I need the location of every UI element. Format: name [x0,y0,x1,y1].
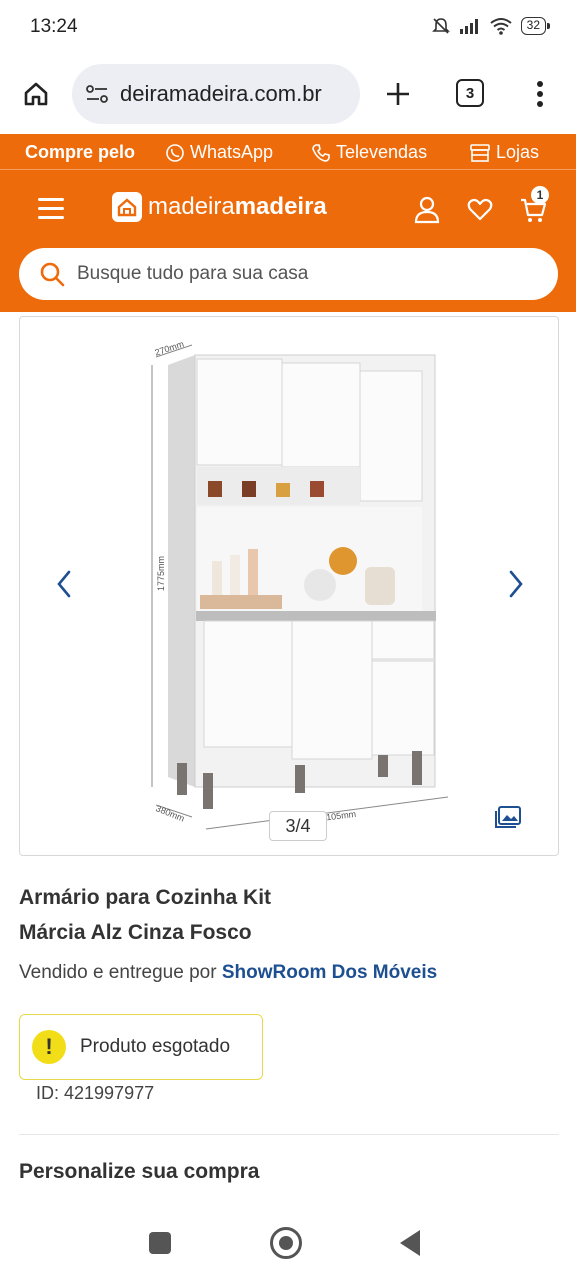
stock-status-box: ! Produto esgotado [19,1014,263,1080]
seller-prefix: Vendido e entregue por [19,962,217,983]
gallery-images-button[interactable] [494,805,522,829]
search-input[interactable]: Busque tudo para sua casa [19,248,558,300]
chevron-left-icon [57,570,71,598]
browser-toolbar: ̣deiramadeira.com.br 3 [0,56,576,134]
logo-text-1: madeira [148,193,235,220]
product-gallery[interactable]: 270mm 1775mm 380mm 105mm 3/4 [19,316,559,856]
contact-strip: Compre pelo WhatsApp Televendas Lojas [0,134,576,170]
dim-width: 105mm [326,809,357,823]
product-image: 270mm 1775mm 380mm 105mm [151,339,449,830]
hamburger-menu-icon[interactable] [38,198,64,220]
whatsapp-label: WhatsApp [190,142,274,162]
exclamation-icon: ! [32,1030,66,1064]
browser-menu-button[interactable] [528,76,552,112]
compre-pelo-label: Compre pelo [25,142,136,162]
site-nav-row: madeira madeira 1 [0,180,576,240]
televendas-link[interactable]: Televendas [311,142,427,163]
android-nav-bar [0,1206,576,1280]
more-vertical-icon [537,81,543,107]
status-time: 13:24 [30,16,78,37]
url-text[interactable]: ̣deiramadeira.com.br [120,81,352,107]
site-settings-icon[interactable] [84,81,110,107]
dim-depth-bottom: 380mm [154,803,186,824]
tab-switcher-button[interactable]: 3 [456,79,484,107]
product-id: ID: 421997977 [36,1083,155,1103]
home-button[interactable] [18,76,54,112]
cart-count-badge: 1 [531,186,549,204]
search-icon [40,262,65,287]
gallery-icon [495,806,521,828]
wifi-icon [490,18,512,35]
heart-icon [467,198,493,221]
home-nav-button[interactable] [270,1227,302,1259]
home-icon [24,82,48,106]
lojas-label: Lojas [496,142,540,162]
status-icons: 32 [431,16,551,36]
new-tab-button[interactable] [380,76,416,112]
account-button[interactable] [413,196,441,224]
site-header: Compre pelo WhatsApp Televendas Lojas ma… [0,134,576,312]
seller-line: Vendido e entregue por ShowRoom Dos Móve… [19,962,437,984]
logo-text-2: madeira [234,193,327,220]
chevron-right-icon [509,570,523,598]
cart-button[interactable]: 1 [519,186,549,224]
seller-name-link[interactable]: ShowRoom Dos Móveis [222,962,437,983]
signal-icon [459,19,478,34]
search-placeholder: Busque tudo para sua casa [77,263,309,284]
section-divider [19,1134,559,1135]
status-bar: 13:24 32 [0,0,576,56]
gallery-prev-button[interactable] [52,567,76,601]
product-title: Armário para Cozinha Kit Márcia Alz Cinz… [19,886,272,944]
lojas-link[interactable]: Lojas [469,142,539,163]
logo-house-icon [112,192,142,222]
address-bar[interactable]: ̣deiramadeira.com.br [72,64,360,124]
whatsapp-link[interactable]: WhatsApp [165,142,273,163]
store-icon [470,143,490,162]
mute-bell-icon [431,18,450,34]
recents-button[interactable] [149,1232,171,1254]
site-logo[interactable]: madeira madeira [112,192,327,222]
wishlist-button[interactable] [466,196,494,224]
televendas-label: Televendas [336,142,428,162]
back-button[interactable] [400,1230,420,1256]
dim-height: 1775mm [156,556,166,591]
phone-icon [312,143,330,162]
stock-status-text: Produto esgotado [80,1036,231,1057]
dim-depth-top: 270mm [154,339,186,358]
personalize-heading: Personalize sua compra [19,1160,260,1183]
user-icon [414,196,440,224]
gallery-next-button[interactable] [504,567,528,601]
gallery-counter: 3/4 [269,811,327,841]
whatsapp-icon [166,143,184,162]
plus-icon [387,83,409,105]
battery-icon: 32 [520,17,551,35]
